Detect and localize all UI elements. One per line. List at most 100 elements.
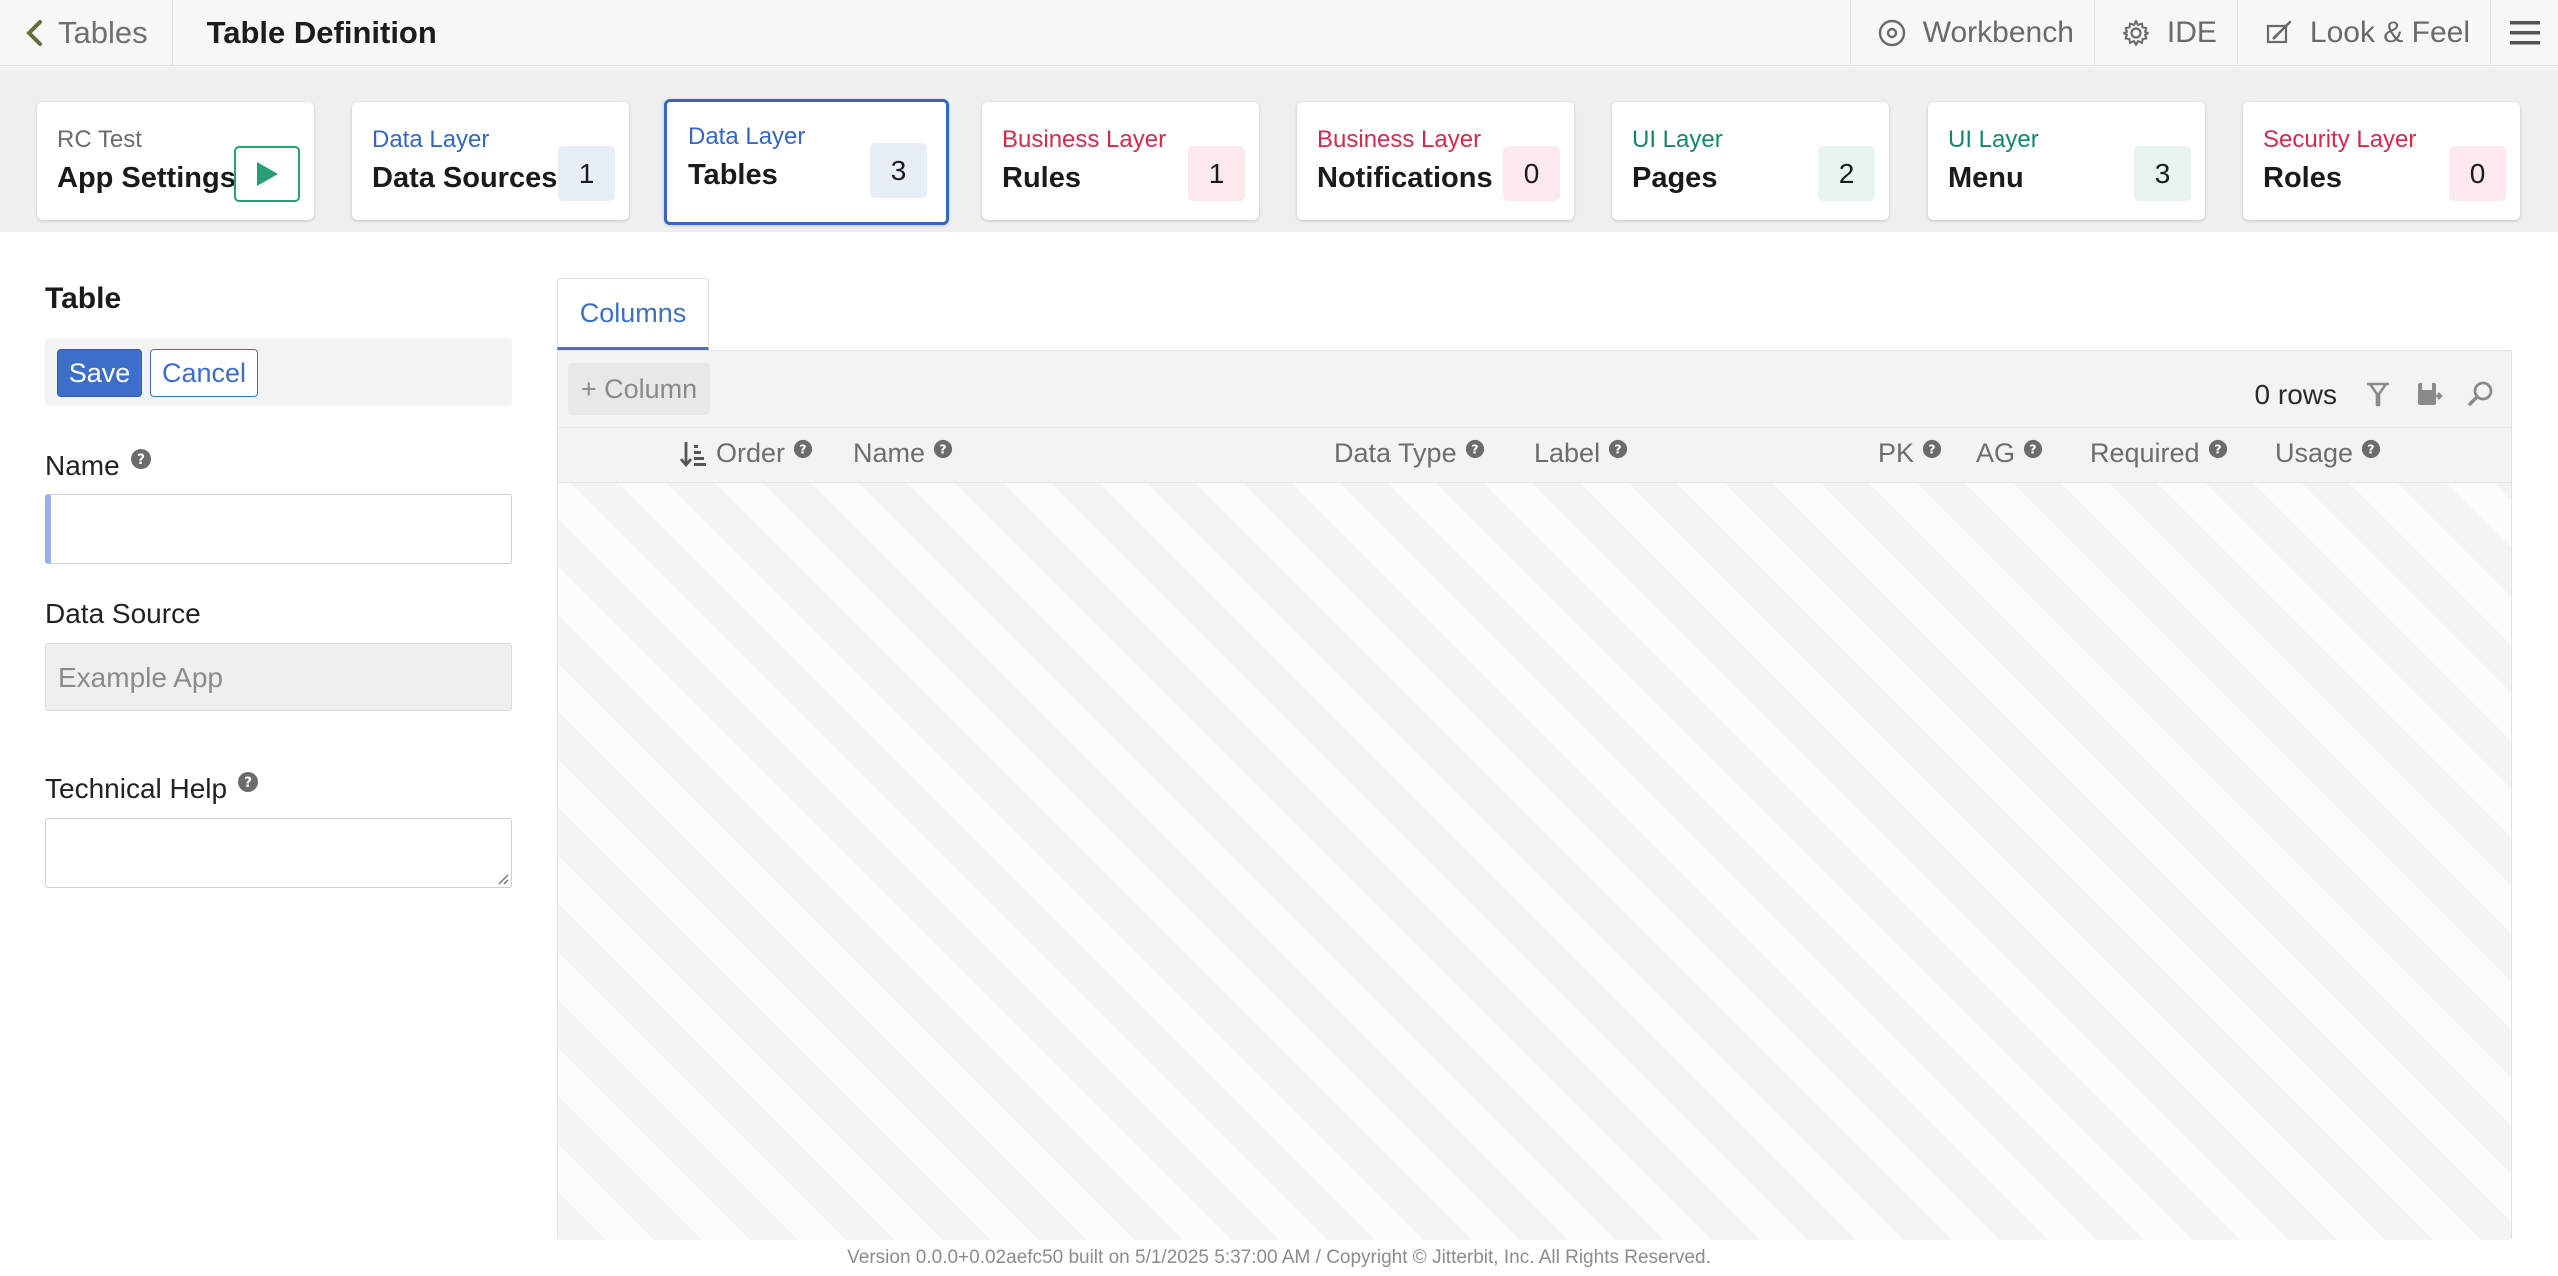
card-roles[interactable]: Security Layer Roles 0 <box>2243 102 2520 220</box>
grid-header-row: Order ? Name ? Data Type ? Label ? PK ? … <box>558 427 2511 483</box>
filter-icon[interactable] <box>2364 379 2392 409</box>
cancel-button[interactable]: Cancel <box>150 349 258 397</box>
help-icon[interactable]: ? <box>2361 439 2381 459</box>
svg-text:?: ? <box>939 441 946 456</box>
data-source-field: Example App <box>45 643 512 711</box>
column-header-pk[interactable]: PK ? <box>1878 438 1942 469</box>
card-name: Data Sources <box>372 162 558 194</box>
form-title: Table <box>45 282 122 315</box>
help-icon[interactable]: ? <box>793 439 813 459</box>
data-source-label-text: Data Source <box>45 598 201 629</box>
run-app-button[interactable] <box>234 146 300 202</box>
card-category: Business Layer <box>1317 126 1482 153</box>
name-field-label: Name ? <box>45 448 152 482</box>
card-category: RC Test <box>57 126 142 153</box>
card-category: UI Layer <box>1632 126 1723 153</box>
workbench-label: Workbench <box>1922 15 2074 49</box>
columns-grid: + Column 0 rows Order ? Name ? Data Type… <box>557 350 2512 1240</box>
column-header-label: Name <box>853 438 926 468</box>
card-rules[interactable]: Business Layer Rules 1 <box>982 102 1259 220</box>
help-icon[interactable]: ? <box>237 771 259 793</box>
back-to-tables-link[interactable]: Tables <box>0 0 173 66</box>
help-icon[interactable]: ? <box>130 448 152 470</box>
card-menu[interactable]: UI Layer Menu 3 <box>1928 102 2205 220</box>
card-pages[interactable]: UI Layer Pages 2 <box>1612 102 1889 220</box>
export-icon[interactable] <box>2415 379 2443 409</box>
name-label-text: Name <box>45 450 120 481</box>
card-notifications[interactable]: Business Layer Notifications 0 <box>1297 102 1574 220</box>
help-icon[interactable]: ? <box>1465 439 1485 459</box>
ide-label: IDE <box>2166 15 2217 49</box>
form-action-bar: Save Cancel <box>45 338 512 406</box>
card-category: Data Layer <box>688 123 806 150</box>
card-count-badge: 2 <box>1818 146 1875 201</box>
help-icon[interactable]: ? <box>1922 439 1942 459</box>
column-header-ag[interactable]: AG ? <box>1976 438 2043 469</box>
card-name: Rules <box>1002 162 1081 194</box>
card-count-badge: 3 <box>870 143 927 198</box>
ide-link[interactable]: IDE <box>2093 0 2237 66</box>
svg-text:?: ? <box>244 775 252 791</box>
column-header-data-type[interactable]: Data Type ? <box>1334 438 1485 469</box>
grid-empty-body <box>558 483 2511 1240</box>
card-category: UI Layer <box>1948 126 2039 153</box>
gear-icon <box>2122 19 2149 46</box>
column-header-label: Order <box>716 438 786 468</box>
save-button[interactable]: Save <box>57 349 142 397</box>
help-icon[interactable]: ? <box>2023 439 2043 459</box>
card-name: Pages <box>1632 162 1718 194</box>
paint-icon <box>2266 20 2292 43</box>
help-icon[interactable]: ? <box>2208 439 2228 459</box>
look-and-feel-label: Look & Feel <box>2309 15 2470 49</box>
resize-grip-icon[interactable] <box>495 871 509 885</box>
hamburger-menu-icon <box>2509 20 2540 44</box>
column-header-label[interactable]: Label ? <box>1534 438 1628 469</box>
card-name: Notifications <box>1317 162 1493 194</box>
look-and-feel-link[interactable]: Look & Feel <box>2236 0 2490 66</box>
help-icon[interactable]: ? <box>1608 439 1628 459</box>
name-input[interactable] <box>45 494 512 564</box>
card-name: Tables <box>688 159 778 191</box>
technical-help-field-label: Technical Help ? <box>45 771 259 805</box>
column-header-label: AG <box>1976 438 2016 468</box>
column-header-required[interactable]: Required ? <box>2090 438 2228 469</box>
add-column-button[interactable]: + Column <box>568 363 710 415</box>
card-count-badge: 1 <box>1188 146 1245 201</box>
column-header-label: Data Type <box>1334 438 1457 468</box>
svg-text:?: ? <box>2214 441 2221 456</box>
workbench-link[interactable]: Workbench <box>1849 0 2094 66</box>
column-header-label: Usage <box>2275 438 2354 468</box>
column-header-label-text: Label <box>1534 438 1601 468</box>
card-category: Security Layer <box>2263 126 2417 153</box>
card-name: Menu <box>1948 162 2024 194</box>
card-count-badge: 1 <box>558 146 615 201</box>
card-category: Business Layer <box>1002 126 1167 153</box>
card-name: Roles <box>2263 162 2342 194</box>
svg-text:?: ? <box>1614 441 1621 456</box>
column-header-name[interactable]: Name ? <box>853 438 953 469</box>
technical-help-textarea[interactable] <box>45 818 512 888</box>
top-nav: Workbench IDE Look & Feel <box>1849 0 2558 66</box>
card-count-badge: 0 <box>2449 146 2506 201</box>
svg-text:?: ? <box>2367 441 2374 456</box>
card-count-badge: 3 <box>2134 146 2191 201</box>
search-icon[interactable] <box>2467 379 2495 409</box>
column-header-order[interactable]: Order ? <box>680 438 813 469</box>
column-header-label: Required <box>2090 438 2200 468</box>
technical-help-label-text: Technical Help <box>45 773 228 804</box>
svg-text:?: ? <box>137 452 145 468</box>
help-icon[interactable]: ? <box>933 439 953 459</box>
chevron-left-icon <box>26 19 42 46</box>
layer-cards-strip: RC Test App Settings Data Layer Data Sou… <box>0 67 2558 232</box>
workbench-icon <box>1878 19 1905 46</box>
tab-columns[interactable]: Columns <box>557 278 709 350</box>
column-header-usage[interactable]: Usage ? <box>2275 438 2381 469</box>
card-name: App Settings <box>57 162 236 194</box>
page-title: Table Definition <box>206 14 437 50</box>
footer-version: Version 0.0.0+0.02aefc50 built on 5/1/20… <box>847 1247 1711 1268</box>
card-data-sources[interactable]: Data Layer Data Sources 1 <box>352 102 629 220</box>
card-app-settings[interactable]: RC Test App Settings <box>37 102 314 220</box>
card-tables[interactable]: Data Layer Tables 3 <box>664 99 949 225</box>
back-label: Tables <box>58 14 148 50</box>
main-menu-button[interactable] <box>2490 0 2558 66</box>
